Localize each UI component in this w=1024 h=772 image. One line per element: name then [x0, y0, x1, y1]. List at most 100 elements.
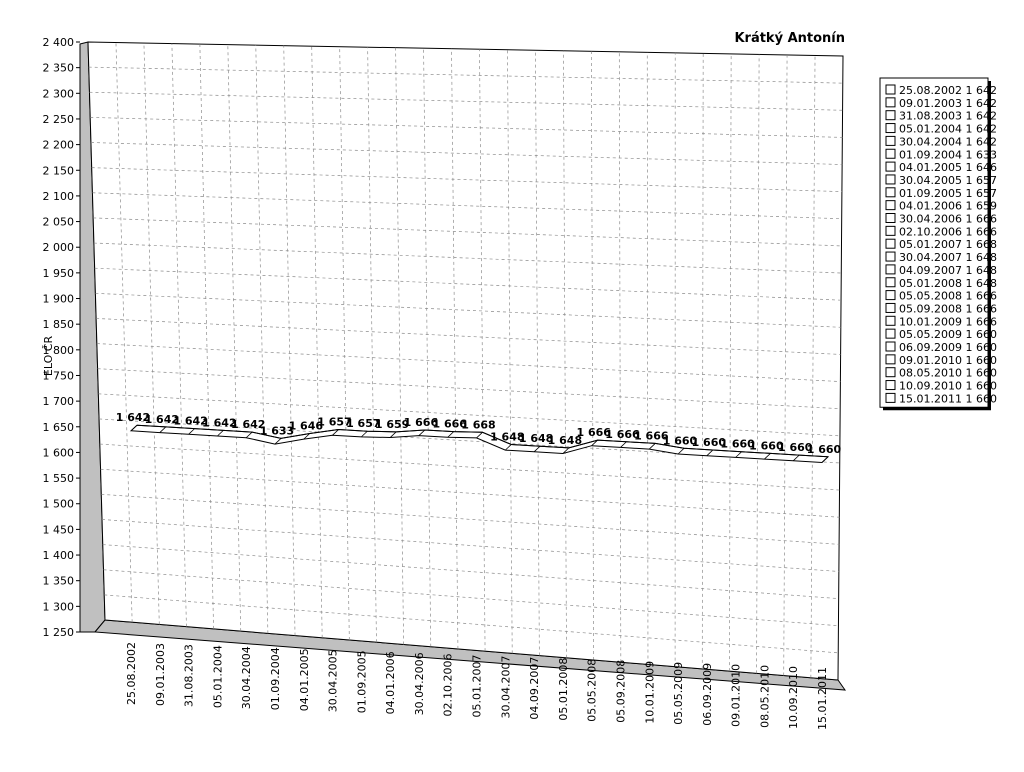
chart-walls — [80, 42, 845, 690]
y-tick-label: 2 250 — [43, 113, 75, 126]
legend-swatch — [886, 111, 895, 120]
x-tick-label: 01.09.2005 — [355, 650, 368, 713]
legend-swatch — [886, 136, 895, 145]
x-tick-label: 30.04.2005 — [327, 649, 340, 712]
y-tick-label: 2 000 — [43, 241, 75, 254]
y-tick-label: 1 950 — [43, 267, 75, 280]
x-tick-label: 06.09.2009 — [701, 663, 714, 726]
y-tick-label: 1 600 — [43, 446, 75, 459]
legend-swatch — [886, 98, 895, 107]
legend-swatch — [886, 124, 895, 133]
legend-entry: 10.01.2009 1 666 — [899, 315, 997, 328]
legend-entry: 05.01.2004 1 642 — [899, 123, 997, 136]
legend-entry: 25.08.2002 1 642 — [899, 84, 997, 97]
data-label: 1 668 — [461, 418, 495, 431]
y-tick-label: 1 900 — [43, 293, 75, 306]
legend-swatch — [886, 342, 895, 351]
legend-swatch — [886, 393, 895, 402]
y-axis-label: ELO ČR — [42, 336, 55, 377]
y-tick-label: 2 100 — [43, 190, 75, 203]
x-tick-label: 10.09.2010 — [787, 666, 800, 729]
y-tick-label: 2 350 — [43, 62, 75, 75]
x-tick-label: 04.01.2006 — [384, 651, 397, 714]
x-tick-label: 30.04.2007 — [499, 656, 512, 719]
chart-area: 1 250 1 300 1 350 1 400 1 450 1 500 1 550 1 600… — [0, 0, 1024, 768]
chart-title: Krátký Antonín — [734, 31, 845, 46]
y-tick-label: 1 250 — [43, 626, 75, 639]
legend-swatch — [886, 162, 895, 171]
legend-swatch — [886, 175, 895, 184]
legend-entry: 04.09.2007 1 648 — [899, 264, 997, 277]
legend-swatch — [886, 278, 895, 287]
y-tick-label: 1 500 — [43, 498, 75, 511]
legend-entry: 30.04.2004 1 642 — [899, 135, 997, 148]
data-label: 1 660 — [807, 443, 842, 456]
legend-entry: 30.04.2007 1 648 — [899, 251, 997, 264]
legend-swatch — [886, 85, 895, 94]
legend-swatch — [886, 226, 895, 235]
y-tick-label: 1 450 — [43, 523, 75, 536]
legend-swatch — [886, 239, 895, 248]
y-tick-label: 1 300 — [43, 600, 75, 613]
legend-swatch — [886, 214, 895, 223]
legend-entry: 05.09.2008 1 666 — [899, 302, 997, 315]
x-tick-label: 05.05.2008 — [586, 659, 599, 722]
legend-entry: 02.10.2006 1 666 — [899, 225, 997, 238]
y-tick-label: 1 850 — [43, 318, 75, 331]
legend-entry: 30.04.2005 1 657 — [899, 174, 997, 187]
legend-entry: 04.01.2005 1 646 — [899, 161, 997, 174]
x-tick-label: 05.01.2008 — [557, 658, 570, 721]
x-tick-label: 04.09.2007 — [528, 657, 541, 720]
legend-swatch — [886, 316, 895, 325]
x-tick-label: 05.01.2004 — [211, 645, 224, 708]
legend-swatch — [886, 265, 895, 274]
legend-swatch — [886, 368, 895, 377]
legend-entry: 08.05.2010 1 660 — [899, 367, 997, 380]
legend-entry: 30.04.2006 1 666 — [899, 213, 997, 226]
y-tick-label: 2 400 — [43, 36, 75, 49]
x-tick-label: 09.01.2010 — [730, 664, 743, 727]
x-tick-label: 09.01.2003 — [154, 643, 167, 706]
legend-entry: 05.01.2007 1 668 — [899, 238, 997, 251]
legend-entry: 09.01.2003 1 642 — [899, 97, 997, 110]
x-tick-label: 08.05.2010 — [758, 665, 771, 728]
x-tick-label: 30.04.2006 — [413, 652, 426, 715]
legend-entry: 05.05.2008 1 666 — [899, 290, 997, 303]
x-tick-label: 02.10.2006 — [442, 654, 455, 717]
x-tick-label: 31.08.2003 — [183, 644, 196, 707]
y-tick-label: 2 150 — [43, 164, 75, 177]
x-tick-label: 01.09.2004 — [269, 647, 282, 710]
y-tick-label: 1 650 — [43, 421, 75, 434]
legend-swatch — [886, 149, 895, 158]
x-tick-label: 05.01.2007 — [471, 655, 484, 718]
legend-swatch — [886, 303, 895, 312]
x-tick-label: 05.09.2008 — [615, 660, 628, 723]
x-tick-label: 10.01.2009 — [643, 661, 656, 724]
legend-entry: 10.09.2010 1 660 — [899, 380, 997, 393]
x-tick-label: 30.04.2004 — [240, 646, 253, 709]
legend-entry: 04.01.2006 1 659 — [899, 200, 997, 213]
x-tick-label: 25.08.2002 — [125, 642, 138, 705]
legend-swatch — [886, 201, 895, 210]
legend-swatch — [886, 355, 895, 364]
elo-line-chart: 1 250 1 300 1 350 1 400 1 450 1 500 1 550 1 600… — [0, 0, 1024, 768]
x-tick-label: 04.01.2005 — [298, 648, 311, 711]
legend-entry: 06.09.2009 1 660 — [899, 341, 997, 354]
legend-entry: 01.09.2004 1 633 — [899, 148, 997, 161]
legend-entry: 01.09.2005 1 657 — [899, 187, 997, 200]
x-tick-label: 05.05.2009 — [672, 662, 685, 725]
legend-swatch — [886, 188, 895, 197]
legend-swatch — [886, 329, 895, 338]
y-tick-label: 1 350 — [43, 575, 75, 588]
y-tick-label: 1 700 — [43, 395, 75, 408]
legend-entry: 05.05.2009 1 660 — [899, 328, 997, 341]
y-tick-label: 2 300 — [43, 87, 75, 100]
legend-entry: 15.01.2011 1 660 — [899, 392, 997, 405]
y-tick-label: 1 400 — [43, 549, 75, 562]
y-tick-label: 1 550 — [43, 472, 75, 485]
legend-entry: 31.08.2003 1 642 — [899, 110, 997, 123]
legend-entry: 09.01.2010 1 660 — [899, 354, 997, 367]
legend-swatch — [886, 252, 895, 261]
y-tick-label: 2 050 — [43, 216, 75, 229]
y-tick-label: 2 200 — [43, 139, 75, 152]
